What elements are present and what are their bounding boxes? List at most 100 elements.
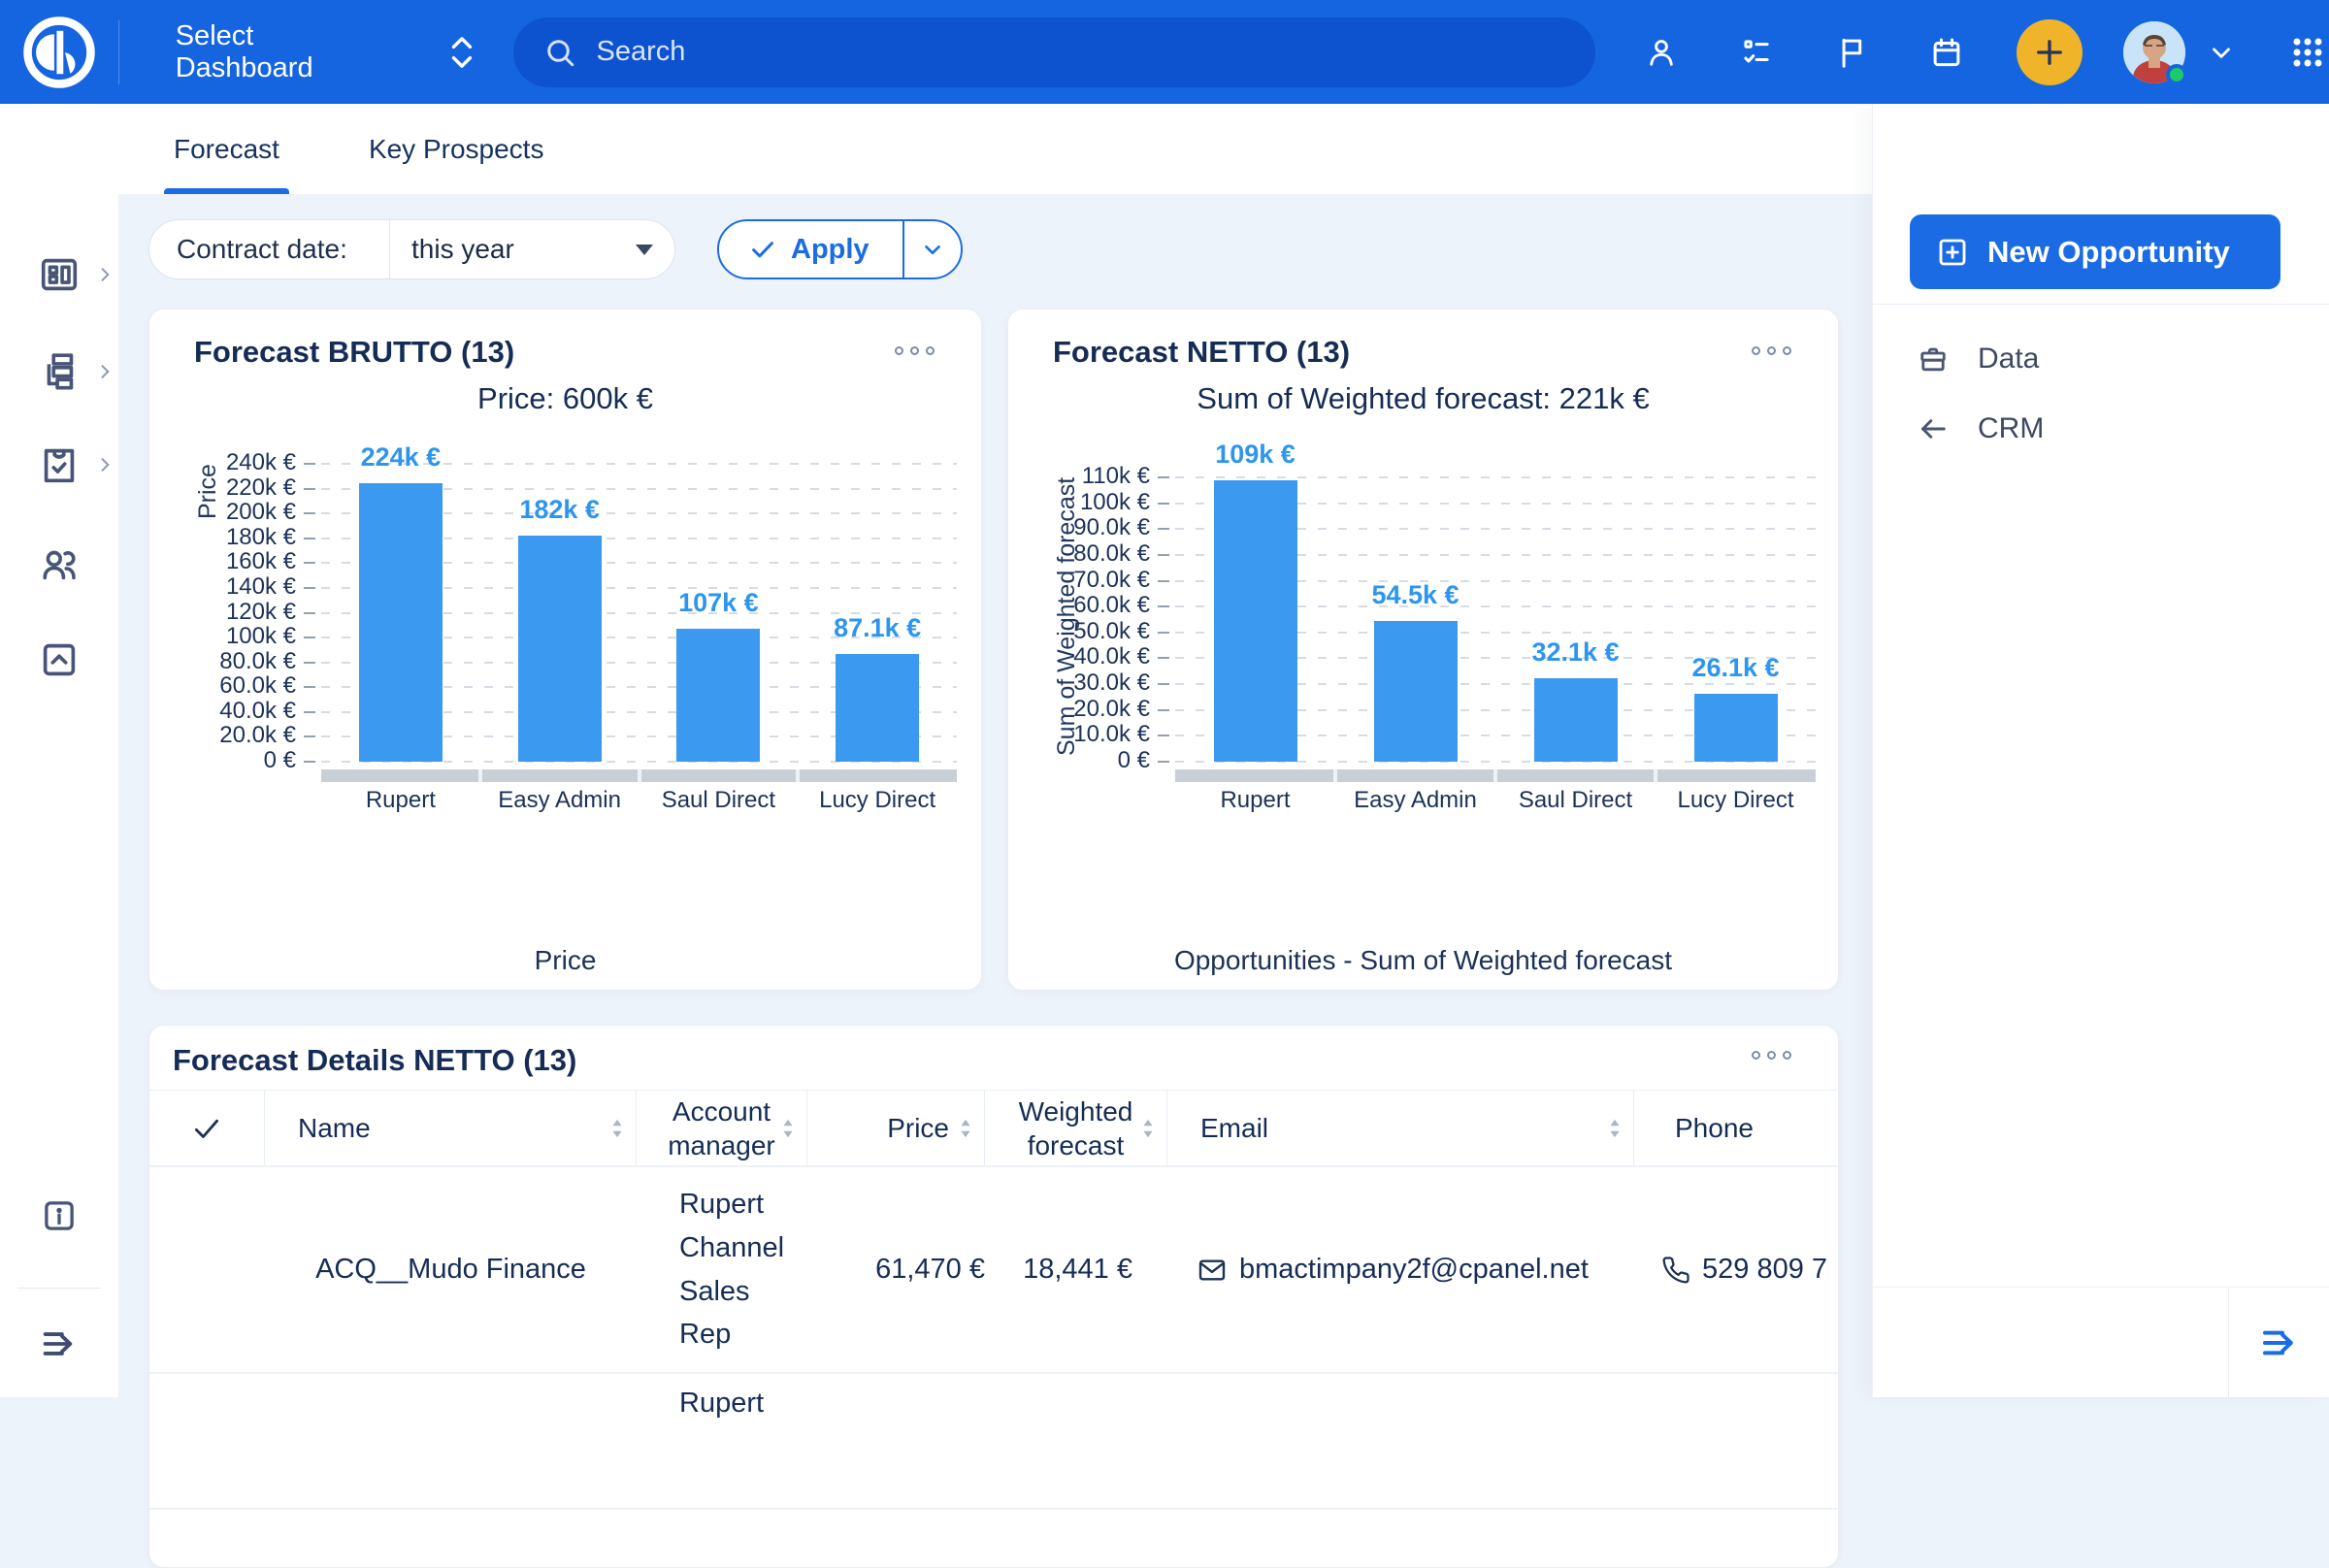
sidebar-item-dashboards[interactable]	[0, 240, 118, 310]
app-grid-menu-icon[interactable]	[2286, 31, 2329, 74]
sidebar-divider	[17, 1288, 101, 1289]
global-search[interactable]	[513, 17, 1596, 87]
flag-icon[interactable]	[1832, 33, 1871, 72]
table-header-row: Name Account manager PriceWeighted forecas…	[149, 1091, 1838, 1167]
bar-easy-admin[interactable]	[518, 536, 602, 762]
sidebar-item-pipeline[interactable]	[0, 337, 118, 407]
select-all-check-icon[interactable]	[190, 1112, 223, 1145]
sidebar-expand-button[interactable]	[0, 1309, 118, 1379]
header-select-column[interactable]	[149, 1091, 265, 1165]
select-expand-icon	[445, 33, 478, 72]
filter-bar: Contract date: this year Apply	[118, 194, 1872, 279]
x-category-label: Lucy Direct	[1656, 787, 1816, 814]
y-tick-label: 40.0k €	[149, 698, 296, 725]
sidebar-item-contacts[interactable]	[0, 529, 118, 599]
y-tick-label: 20.0k €	[149, 722, 296, 749]
package-check-icon	[37, 442, 82, 487]
cell-value[interactable]: 529 809 7	[1702, 1254, 1827, 1286]
sidebar-item-orders[interactable]	[0, 430, 118, 500]
tab-forecast[interactable]: Forecast	[174, 104, 279, 194]
x-category-label: Easy Admin	[480, 787, 640, 814]
panel-item-data-label: Data	[1978, 343, 2039, 376]
bar-saul-direct[interactable]	[676, 629, 760, 762]
chart-scrollbar[interactable]	[321, 769, 957, 782]
y-tick-mark	[304, 488, 315, 490]
row-select-cell[interactable]	[149, 1167, 265, 1372]
filter-label: Contract date:	[149, 234, 389, 265]
card-menu-icon[interactable]	[1752, 1051, 1791, 1060]
y-tick-label: 240k €	[149, 449, 296, 476]
contract-date-select[interactable]: this year	[390, 234, 674, 265]
user-avatar[interactable]	[2123, 21, 2185, 83]
bar-rupert[interactable]	[1214, 480, 1297, 762]
app-logo[interactable]	[0, 0, 118, 104]
dashboard-selector[interactable]: Select Dashboard	[119, 20, 513, 84]
row-select-cell[interactable]	[149, 1374, 265, 1508]
y-tick-label: 80.0k €	[1008, 540, 1150, 568]
y-tick-mark	[304, 587, 315, 589]
apply-dropdown-button[interactable]	[902, 221, 961, 278]
bar-rupert[interactable]	[359, 483, 443, 762]
sort-icon[interactable]	[1137, 1114, 1159, 1143]
bar-lucy-direct[interactable]	[1694, 694, 1778, 762]
x-category-label: Saul Direct	[640, 787, 799, 814]
x-category-label: Lucy Direct	[798, 787, 957, 814]
bar-easy-admin[interactable]	[1374, 621, 1458, 762]
check-icon	[748, 235, 777, 264]
cell-value[interactable]: bmactimpany2f@cpanel.net	[1239, 1254, 1589, 1286]
sidebar-item-info[interactable]	[0, 1181, 118, 1251]
x-category-label: Saul Direct	[1495, 787, 1656, 814]
header-phone[interactable]: Phone	[1634, 1091, 1838, 1165]
forecast-netto-card: Forecast NETTO (13) Sum of Weighted fore…	[1007, 309, 1839, 991]
chart-scrollbar[interactable]	[1175, 769, 1816, 782]
table-row[interactable]: Rupert	[149, 1374, 1838, 1510]
avatar-chevron-down-icon[interactable]	[2207, 38, 2236, 67]
tasks-icon[interactable]	[1737, 33, 1776, 72]
cell-weighted-forecast: 18,441 €	[985, 1167, 1167, 1372]
sidebar-item-export[interactable]	[0, 625, 118, 695]
y-tick-label: 180k €	[149, 524, 296, 551]
quick-add-button[interactable]	[2017, 19, 2083, 85]
left-icon-sidebar	[0, 104, 118, 1397]
bar-value-label: 26.1k €	[1629, 653, 1843, 683]
header-weighted-forecast[interactable]: Weighted forecast	[985, 1091, 1167, 1165]
y-tick-mark	[304, 538, 315, 539]
y-tick-label: 60.0k €	[1008, 592, 1150, 619]
contacts-icon[interactable]	[1642, 33, 1681, 72]
apply-button[interactable]: Apply	[719, 221, 902, 278]
search-input[interactable]	[597, 36, 1567, 68]
bar-value-label: 54.5k €	[1309, 580, 1523, 610]
sort-icon[interactable]	[955, 1114, 976, 1143]
y-tick-label: 140k €	[149, 573, 296, 601]
header-account-manager[interactable]: Account manager	[637, 1091, 807, 1165]
bar-lucy-direct[interactable]	[836, 654, 919, 762]
header-price[interactable]: Price	[807, 1091, 985, 1165]
y-tick-label: 100k €	[149, 623, 296, 650]
sort-icon[interactable]	[777, 1114, 799, 1143]
contract-date-value: this year	[411, 234, 514, 265]
y-tick-mark	[1158, 476, 1169, 478]
panel-item-data[interactable]: Data	[1873, 325, 2329, 393]
header-email[interactable]: Email	[1167, 1091, 1634, 1165]
header-label: Email	[1200, 1111, 1268, 1145]
y-tick-label: 90.0k €	[1008, 514, 1150, 541]
chevron-right-icon	[95, 265, 115, 284]
hierarchy-icon	[37, 349, 82, 394]
apply-button-label: Apply	[791, 234, 869, 266]
header-label: Account manager	[659, 1094, 785, 1162]
sort-icon[interactable]	[607, 1114, 628, 1143]
sort-icon[interactable]	[1604, 1114, 1625, 1143]
chevron-right-icon	[95, 455, 115, 474]
bar-chart: Sum of Weighted forecast 110k €100k €90.…	[1008, 310, 1838, 990]
y-tick-mark	[304, 686, 315, 688]
new-opportunity-button[interactable]: New Opportunity	[1910, 214, 2280, 289]
select-caret-icon	[636, 245, 653, 255]
top-bar: Select Dashboard	[0, 0, 2329, 104]
table-row[interactable]: ACQ__Mudo FinanceRupert Channel Sales Re…	[149, 1167, 1838, 1374]
tab-key-prospects[interactable]: Key Prospects	[369, 104, 544, 194]
calendar-icon[interactable]	[1927, 33, 1966, 72]
panel-collapse-button[interactable]	[2229, 1288, 2329, 1397]
panel-item-crm[interactable]: CRM	[1873, 395, 2329, 463]
header-name[interactable]: Name	[265, 1091, 637, 1165]
bar-saul-direct[interactable]	[1534, 678, 1618, 762]
